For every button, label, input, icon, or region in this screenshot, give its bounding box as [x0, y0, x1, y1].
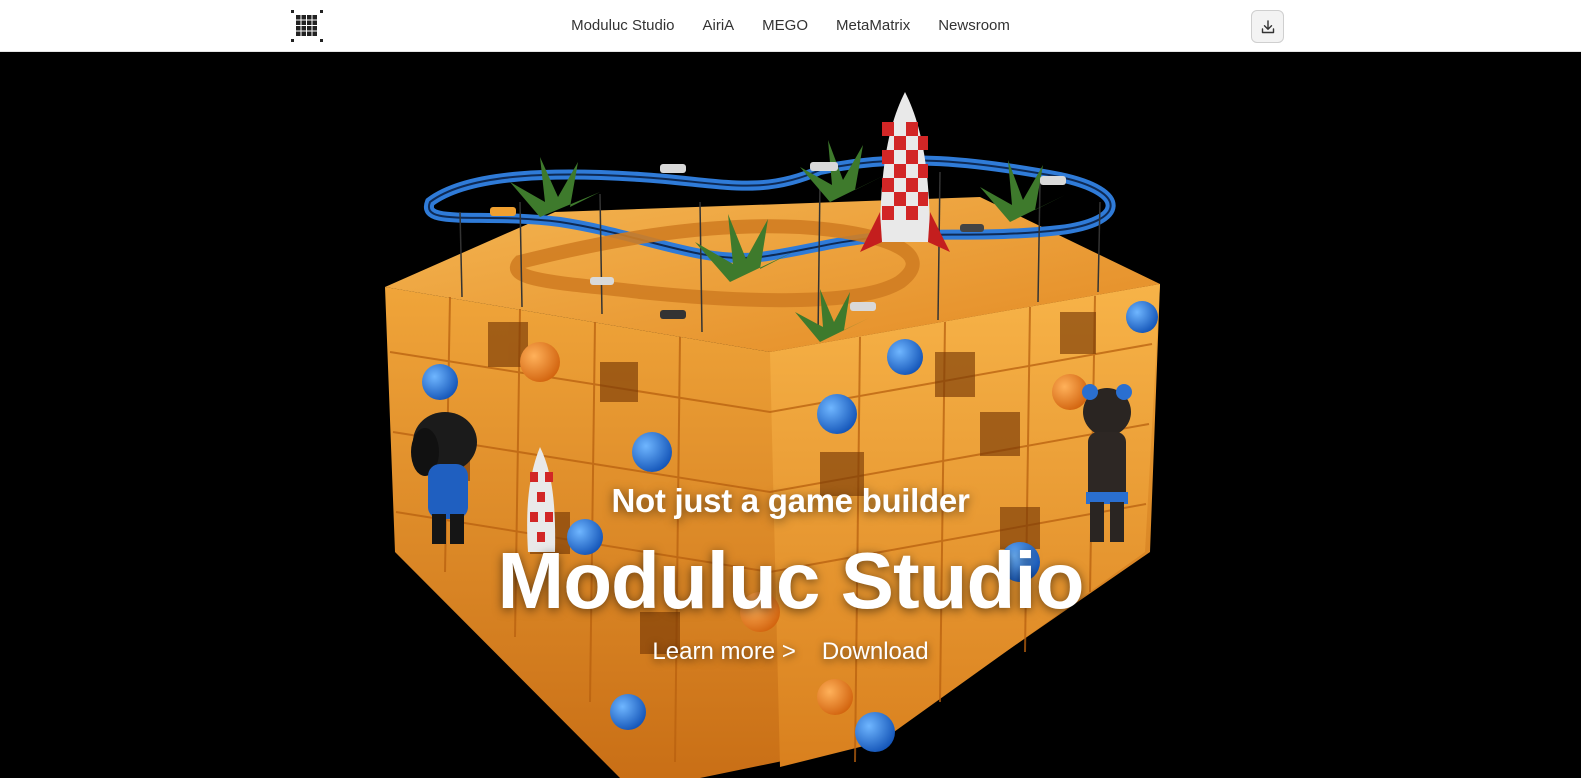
download-button[interactable] — [1251, 10, 1284, 43]
nav-link-mego[interactable]: MEGO — [762, 0, 808, 52]
nav-link-metamatrix[interactable]: MetaMatrix — [836, 0, 910, 52]
nav-link-airia[interactable]: AiriA — [703, 0, 735, 52]
modular-orange-cube-playset-image — [385, 92, 1160, 778]
main-nav: Moduluc Studio AiriA MEGO MetaMatrix New… — [0, 0, 1581, 52]
learn-more-link[interactable]: Learn more > — [652, 638, 795, 666]
download-icon — [1261, 19, 1274, 33]
hero-cta-row: Learn more > Download — [0, 638, 1581, 666]
top-navbar: Moduluc Studio AiriA MEGO MetaMatrix New… — [0, 0, 1581, 52]
hero-subtitle: Not just a game builder — [611, 482, 970, 519]
nav-link-newsroom[interactable]: Newsroom — [938, 0, 1010, 52]
hero-section: Not just a game builder Moduluc Studio L… — [0, 52, 1581, 778]
download-link[interactable]: Download — [822, 638, 929, 666]
nav-link-moduluc-studio[interactable]: Moduluc Studio — [571, 0, 674, 52]
hero-title: Moduluc Studio — [497, 536, 1085, 625]
